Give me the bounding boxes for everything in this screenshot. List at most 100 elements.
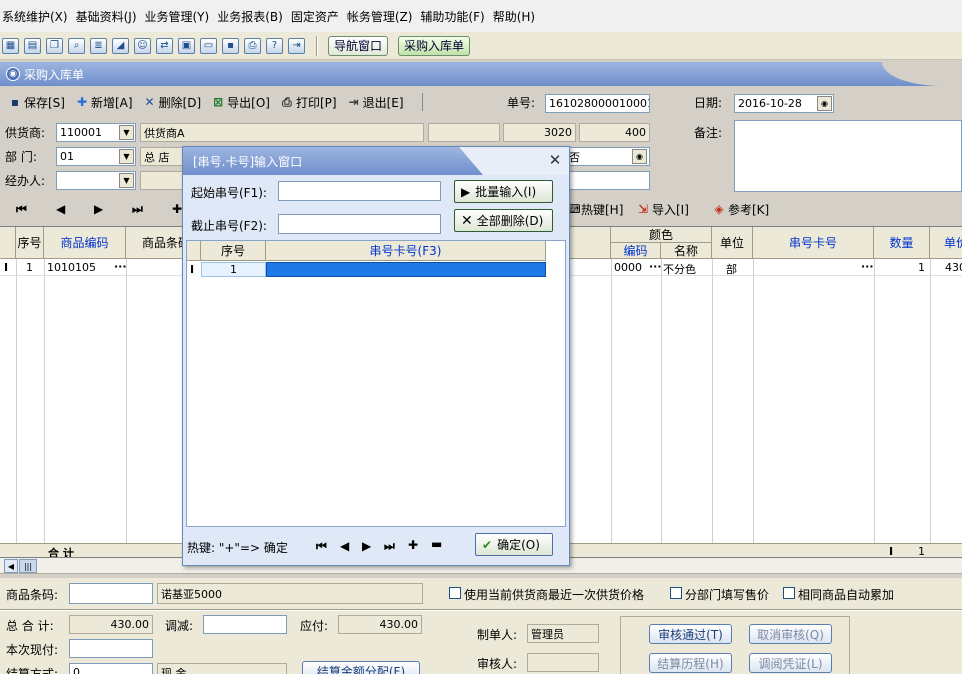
export-button[interactable]: ⊠ 导出[O]	[211, 94, 270, 111]
report-icon[interactable]: ≣	[90, 37, 107, 54]
settle-allocate-button[interactable]: 结算金额分配(F)	[302, 661, 420, 674]
grid-header-qty[interactable]: 数量	[874, 227, 930, 259]
view-voucher-button[interactable]: 调阅凭证(L)	[749, 653, 832, 673]
ellipsis-icon[interactable]: ···	[114, 260, 127, 273]
grid-header-price[interactable]: 单价	[930, 227, 962, 259]
next-record-icon[interactable]: ▶	[362, 539, 371, 553]
tab-purchase-receipt[interactable]: 采购入库单	[398, 35, 471, 56]
last-record-icon[interactable]: ⏭	[384, 539, 395, 554]
row-color-code[interactable]: 0000	[614, 261, 642, 274]
serial-header-serial[interactable]: 串号卡号(F3)	[266, 241, 546, 261]
chevron-down-icon[interactable]: ▼	[119, 173, 134, 188]
barcode-input[interactable]	[69, 583, 153, 604]
scroll-left-icon[interactable]: ◀	[4, 559, 18, 573]
audit-cancel-button[interactable]: 取消审核(Q)	[749, 624, 832, 644]
first-record-icon[interactable]: ⏮	[16, 202, 27, 217]
ellipsis-icon[interactable]: ···	[861, 260, 874, 273]
grid-header-seq[interactable]: 序号	[16, 227, 44, 259]
end-serial-input[interactable]	[278, 214, 441, 234]
grid-header-code[interactable]: 商品编码	[44, 227, 126, 259]
table-row[interactable]: I 1	[187, 262, 547, 278]
save-button[interactable]: ▪ 保存[S]	[8, 94, 65, 111]
delete-all-button[interactable]: ✕ 全部删除(D)	[454, 209, 553, 232]
remove-row-icon[interactable]: ▬	[431, 537, 442, 551]
serial-row-input[interactable]	[266, 262, 546, 277]
menu-tools[interactable]: 辅助功能(F)	[420, 8, 484, 25]
batch-input-button[interactable]: ▶ 批量输入(I)	[454, 180, 553, 203]
document-caption: ◉ 采购入库单	[0, 62, 962, 86]
row-price[interactable]: 430	[945, 261, 962, 274]
confirm-button[interactable]: ✔ 确定(O)	[475, 533, 553, 556]
hotkey-button[interactable]: ⌨ 热键[H]	[563, 201, 623, 218]
save-disk-icon[interactable]: ▪	[222, 37, 239, 54]
search-icon[interactable]: ⌕	[68, 37, 85, 54]
dialog-titlebar[interactable]: [串号.卡号]输入窗口 ✕	[183, 147, 569, 175]
prev-record-icon[interactable]: ◀	[340, 539, 349, 553]
menu-help[interactable]: 帮助(H)	[493, 8, 535, 25]
menu-accounts[interactable]: 帐务管理(Z)	[347, 8, 413, 25]
adjust-field[interactable]	[203, 615, 287, 634]
chevron-down-icon[interactable]: ▼	[119, 125, 134, 140]
add-button[interactable]: ✚ 新增[A]	[75, 94, 133, 111]
row-qty[interactable]: 1	[918, 261, 925, 274]
chart-icon[interactable]: ◢	[112, 37, 129, 54]
printer-icon[interactable]: ⎙	[244, 37, 261, 54]
serial-header-seq[interactable]: 序号	[201, 241, 266, 261]
grid-header-barcode[interactable]: 商品条码	[126, 227, 190, 259]
exit-door-icon[interactable]: ⇥	[288, 37, 305, 54]
grid-header-serial[interactable]: 串号卡号	[753, 227, 874, 259]
ellipsis-icon[interactable]: ···	[649, 260, 662, 273]
grid-header-color-name[interactable]: 名称	[661, 243, 712, 259]
close-icon[interactable]: ✕	[547, 152, 563, 168]
delete-button[interactable]: ✕ 删除[D]	[143, 94, 202, 111]
reference-button[interactable]: ◈ 参考[K]	[712, 201, 769, 218]
menu-basic-data[interactable]: 基础资料(J)	[76, 8, 137, 25]
exit-button[interactable]: ⇥ 退出[E]	[347, 94, 404, 111]
transfer-icon[interactable]: ⇄	[156, 37, 173, 54]
menu-reports[interactable]: 业务报表(B)	[217, 8, 283, 25]
auto-sum-checkbox[interactable]	[783, 587, 795, 599]
prev-record-icon[interactable]: ◀	[56, 202, 65, 216]
users-icon[interactable]: ☺	[134, 37, 151, 54]
package-icon[interactable]: ▣	[178, 37, 195, 54]
print-button[interactable]: ⎙ 打印[P]	[280, 94, 336, 111]
menu-system[interactable]: 系统维护(X)	[2, 8, 68, 25]
scroll-thumb[interactable]: |||	[19, 559, 37, 573]
date-dropdown-icon[interactable]: ◉	[817, 96, 832, 111]
windows-icon[interactable]: ❐	[46, 37, 63, 54]
settle-field[interactable]: 0	[69, 663, 153, 674]
import-button[interactable]: ⇲ 导入[I]	[636, 201, 689, 218]
next-record-icon[interactable]: ▶	[94, 202, 103, 216]
number-field[interactable]: 161028000010001	[545, 94, 650, 113]
grid-header-color-code[interactable]: 编码	[611, 243, 661, 259]
start-serial-input[interactable]	[278, 181, 441, 201]
dept-price-checkbox[interactable]	[670, 587, 682, 599]
first-record-icon[interactable]: ⏮	[316, 539, 327, 554]
menu-assets[interactable]: 固定资产	[291, 8, 339, 25]
cash-field[interactable]	[69, 639, 153, 658]
audit-approve-button[interactable]: 审核通过(T)	[649, 624, 732, 644]
grid-col-line	[16, 259, 17, 557]
grid-header-color[interactable]: 颜色	[611, 227, 712, 243]
row-cursor-icon: I	[190, 263, 195, 276]
tab-nav-window[interactable]: 导航窗口	[328, 35, 389, 56]
settle-name-field: 现 金	[157, 663, 287, 674]
monitor-icon[interactable]: ▭	[200, 37, 217, 54]
note-field[interactable]	[734, 120, 962, 192]
last-price-checkbox[interactable]	[449, 587, 461, 599]
add-row-icon[interactable]: ✚	[172, 202, 182, 216]
form-icon[interactable]: ▤	[24, 37, 41, 54]
grid-icon[interactable]: ▦	[2, 37, 19, 54]
row-code[interactable]: 1010105	[47, 261, 96, 274]
last-record-icon[interactable]: ⏭	[132, 202, 143, 217]
chevron-down-icon[interactable]: ◉	[632, 149, 647, 164]
grid-header-unit[interactable]: 单位	[712, 227, 753, 259]
settle-history-button[interactable]: 结算历程(H)	[649, 653, 732, 673]
right-text-field[interactable]	[565, 171, 650, 190]
help-icon[interactable]: ?	[266, 37, 283, 54]
add-row-icon[interactable]: ✚	[408, 538, 418, 552]
menu-business[interactable]: 业务管理(Y)	[145, 8, 210, 25]
chevron-down-icon[interactable]: ▼	[119, 149, 134, 164]
grid-col-line	[930, 259, 931, 557]
row-cursor-icon: I	[889, 545, 894, 558]
